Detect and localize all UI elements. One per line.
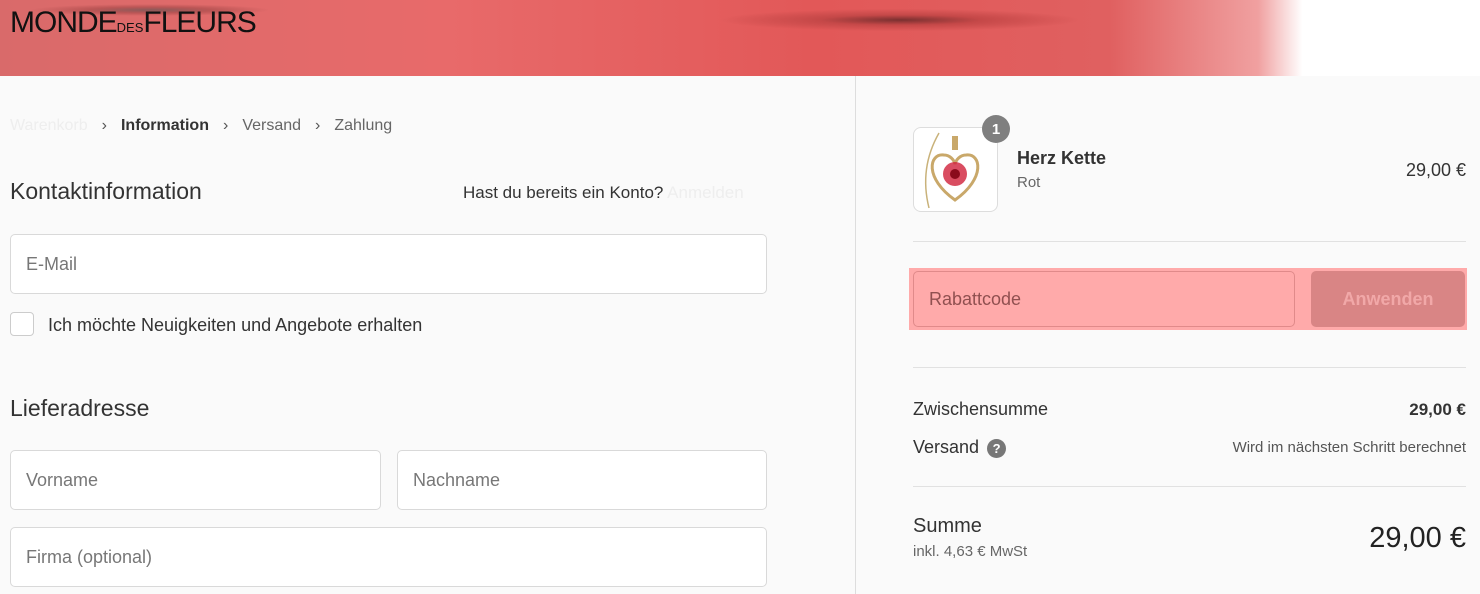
total-value: 29,00 €: [1369, 522, 1466, 554]
logo-text-small: DES: [116, 20, 144, 35]
breadcrumb-shipping: Versand: [242, 117, 302, 134]
breadcrumb: Warenkorb › Information › Versand › Zahlung: [10, 117, 392, 135]
login-link[interactable]: Anmelden: [667, 183, 744, 202]
chevron-right-icon: ›: [315, 117, 321, 134]
divider: [913, 241, 1466, 242]
total-label: Summe: [913, 515, 982, 537]
chevron-right-icon: ›: [222, 117, 229, 134]
account-prompt-text: Hast du bereits ein Konto?: [463, 183, 664, 202]
quantity-badge: 1: [982, 115, 1010, 143]
product-thumbnail: [913, 127, 998, 212]
discount-placeholder: Rabattcode: [929, 288, 1022, 309]
shipping-label: Versand: [913, 437, 980, 457]
apply-discount-button[interactable]: Anwenden: [1311, 271, 1465, 327]
newsletter-checkbox[interactable]: [10, 312, 34, 336]
breadcrumb-information: Information: [120, 117, 209, 134]
newsletter-label[interactable]: Ich möchte Neuigkeiten und Angebote erha…: [48, 315, 422, 336]
logo-text: MONDE: [10, 6, 118, 39]
first-name-placeholder: Vorname: [26, 469, 99, 490]
company-placeholder: Firma (optional): [26, 546, 153, 567]
breadcrumb-payment: Zahlung: [334, 117, 393, 134]
company-field[interactable]: Firma (optional): [10, 527, 767, 587]
logo-text-end: FLEURS: [143, 6, 256, 39]
divider: [913, 367, 1466, 368]
breadcrumb-cart[interactable]: Warenkorb: [10, 117, 88, 135]
subtotal-label: Zwischensumme: [913, 399, 1049, 419]
column-divider: [855, 76, 856, 594]
email-field[interactable]: E-Mail: [10, 234, 767, 294]
chevron-right-icon: ›: [101, 117, 107, 134]
discount-section: Rabattcode Anwenden: [909, 268, 1467, 330]
divider: [913, 486, 1466, 487]
product-price: 29,00 €: [1405, 160, 1466, 180]
last-name-placeholder: Nachname: [413, 469, 501, 490]
header-banner: MONDEDESFLEURS: [0, 0, 1480, 76]
help-icon[interactable]: ?: [987, 438, 1007, 458]
contact-title: Kontaktinformation: [10, 178, 202, 204]
last-name-field[interactable]: Nachname: [397, 450, 767, 510]
logo[interactable]: MONDEDESFLEURS: [10, 6, 257, 40]
product-name: Herz Kette: [1017, 148, 1107, 168]
shipping-title: Lieferadresse: [10, 395, 150, 421]
account-prompt: Hast du bereits ein Konto? Anmelden: [463, 183, 744, 203]
shipping-row: Versand?: [913, 437, 1007, 458]
email-placeholder: E-Mail: [26, 253, 78, 274]
discount-code-field[interactable]: Rabattcode: [913, 271, 1295, 327]
shipping-value: Wird im nächsten Schritt berechnet: [1232, 439, 1466, 456]
first-name-field[interactable]: Vorname: [10, 450, 381, 510]
product-variant: Rot: [1017, 174, 1041, 191]
tax-note: inkl. 4,63 € MwSt: [913, 543, 1028, 560]
subtotal-value: 29,00 €: [1409, 400, 1466, 419]
